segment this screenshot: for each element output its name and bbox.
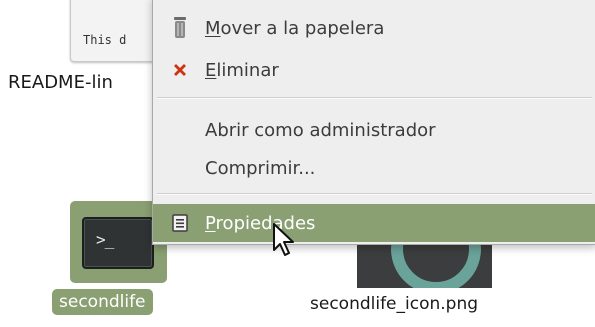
- trash-icon: [169, 17, 191, 39]
- menu-item-label: Comprimir...: [205, 157, 316, 179]
- menu-item-open-as-admin[interactable]: Abrir como administrador: [153, 111, 595, 149]
- mouse-pointer-icon: [272, 222, 298, 262]
- terminal-prompt: >_: [96, 230, 114, 249]
- secondlife-png-label[interactable]: secondlife_icon.png: [310, 294, 478, 314]
- readme-file-thumbnail[interactable]: This d: [70, 0, 156, 62]
- secondlife-logo-icon: [391, 238, 481, 288]
- properties-icon: [169, 212, 191, 234]
- context-menu: Mover a la papelera Eliminar Abrir como …: [152, 0, 595, 245]
- menu-item-delete[interactable]: Eliminar: [153, 51, 595, 89]
- menu-item-label: Eliminar: [205, 59, 279, 81]
- menu-separator: [157, 193, 592, 195]
- terminal-icon: >_: [82, 217, 154, 269]
- menu-item-label: Propiedades: [205, 212, 316, 234]
- menu-item-compress[interactable]: Comprimir...: [153, 149, 595, 187]
- menu-item-label: Abrir como administrador: [205, 119, 436, 141]
- menu-separator: [157, 97, 592, 99]
- menu-item-move-to-trash[interactable]: Mover a la papelera: [153, 9, 595, 47]
- readme-thumbnail-text: This d: [83, 33, 127, 47]
- red-x-icon: [169, 59, 191, 81]
- menu-item-label: Mover a la papelera: [205, 17, 385, 39]
- secondlife-png-thumbnail[interactable]: [357, 238, 492, 288]
- readme-file-label[interactable]: README-lin: [8, 72, 113, 93]
- secondlife-file-label[interactable]: secondlife: [52, 289, 153, 315]
- menu-item-properties[interactable]: Propiedades: [153, 204, 595, 242]
